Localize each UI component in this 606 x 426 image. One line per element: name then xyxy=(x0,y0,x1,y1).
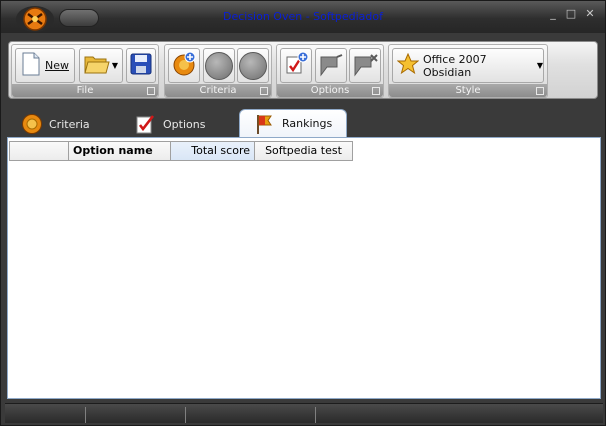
theme-selector-label: Office 2007 Obsidian xyxy=(423,52,487,79)
ribbon-group-file: New ▼ File xyxy=(11,44,159,98)
ribbon-group-style-label: Style xyxy=(389,84,547,97)
folder-icon xyxy=(84,53,110,78)
minimize-button[interactable]: _ xyxy=(546,7,560,21)
new-button-label: New xyxy=(45,59,69,72)
options-icon xyxy=(135,113,157,135)
chevron-down-icon: ▼ xyxy=(111,61,119,70)
delete-option-icon xyxy=(351,53,379,79)
column-header-row-selector[interactable] xyxy=(9,141,69,161)
add-criterion-icon xyxy=(171,51,197,80)
chevron-down-icon: ▼ xyxy=(536,61,543,70)
theme-selector-button[interactable]: Office 2007 Obsidian ▼ xyxy=(392,48,544,83)
edit-criterion-button[interactable] xyxy=(203,48,235,83)
delete-criterion-icon xyxy=(239,51,267,80)
status-separator xyxy=(85,407,86,423)
close-button[interactable]: ✕ xyxy=(583,7,597,21)
save-disk-icon xyxy=(130,53,152,78)
title-bar: Decision Oven - Softpediadof _ □ ✕ xyxy=(1,1,605,33)
ribbon-group-criteria: Criteria xyxy=(164,44,272,98)
ribbon-group-options: Options xyxy=(276,44,384,98)
rankings-flag-icon xyxy=(254,113,276,135)
ribbon-group-criteria-label: Criteria xyxy=(165,84,271,97)
edit-criterion-icon xyxy=(205,51,233,80)
tab-criteria[interactable]: Criteria xyxy=(21,111,90,137)
tab-options[interactable]: Options xyxy=(135,111,205,137)
status-bar xyxy=(5,403,603,423)
window-title: Decision Oven - Softpediadof xyxy=(222,10,383,23)
ribbon-group-options-label: Options xyxy=(277,84,383,97)
column-header-option-name[interactable]: Option name xyxy=(69,141,171,161)
star-icon xyxy=(396,52,420,78)
ribbon-group-file-label: File xyxy=(12,84,158,97)
tab-rankings[interactable]: Rankings xyxy=(239,109,348,137)
edit-option-button[interactable] xyxy=(315,48,347,83)
delete-option-button[interactable] xyxy=(349,48,381,83)
column-header-softpedia-test[interactable]: Softpedia test xyxy=(255,141,353,161)
tab-criteria-label: Criteria xyxy=(49,117,90,131)
dialog-launcher-icon[interactable] xyxy=(372,87,380,95)
new-document-icon xyxy=(21,52,41,79)
rankings-grid-header: Option name Total score Softpedia test xyxy=(9,141,353,161)
dialog-launcher-icon[interactable] xyxy=(536,87,544,95)
add-option-icon xyxy=(283,51,309,80)
criteria-icon xyxy=(21,113,43,135)
ribbon: New ▼ File Criteria Options Office 2007 … xyxy=(8,41,598,99)
add-option-button[interactable] xyxy=(280,48,312,83)
tab-options-label: Options xyxy=(163,117,206,131)
status-separator xyxy=(315,407,316,423)
save-button[interactable] xyxy=(126,48,156,83)
open-button[interactable]: ▼ xyxy=(79,48,123,83)
delete-criterion-button[interactable] xyxy=(237,48,269,83)
dialog-launcher-icon[interactable] xyxy=(147,87,155,95)
ribbon-group-style: Office 2007 Obsidian ▼ Style xyxy=(388,44,548,98)
add-criterion-button[interactable] xyxy=(168,48,200,83)
column-header-total-score[interactable]: Total score xyxy=(171,141,255,161)
edit-option-icon xyxy=(317,53,345,79)
rankings-panel: Option name Total score Softpedia test xyxy=(7,137,601,399)
new-button[interactable]: New xyxy=(15,48,75,83)
maximize-button[interactable]: □ xyxy=(564,7,578,21)
dialog-launcher-icon[interactable] xyxy=(260,87,268,95)
app-window: Decision Oven - Softpediadof _ □ ✕ New ▼ xyxy=(0,0,606,426)
status-separator xyxy=(185,407,186,423)
tab-rankings-label: Rankings xyxy=(282,117,333,130)
